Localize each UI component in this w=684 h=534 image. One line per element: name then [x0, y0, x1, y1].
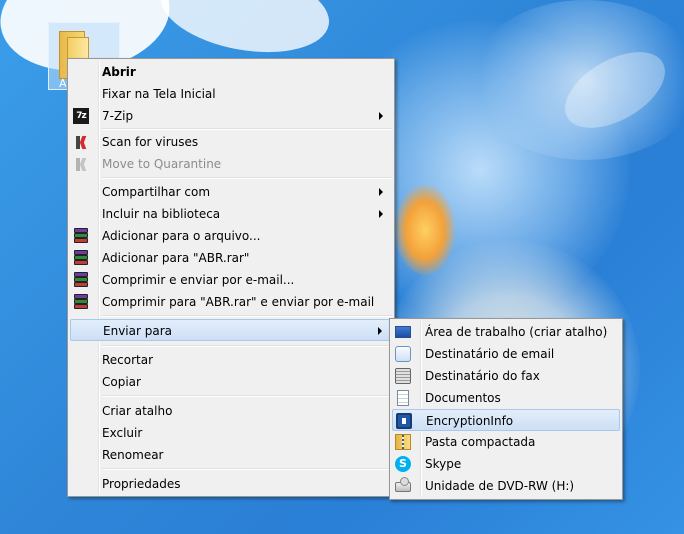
- winrar-icon: [73, 272, 89, 288]
- winrar-icon: [73, 294, 89, 310]
- menu-item-copy[interactable]: Copiar: [70, 371, 392, 393]
- submenu-arrow-icon: [379, 188, 383, 196]
- wallpaper-flower-center: [395, 185, 455, 275]
- send-to-dvd-drive[interactable]: Unidade de DVD-RW (H:): [392, 475, 620, 497]
- menu-separator: [102, 315, 392, 317]
- encryption-icon: [396, 413, 412, 429]
- menu-item-compress-abr-rar-and-email[interactable]: Comprimir para "ABR.rar" e enviar por e-…: [70, 291, 392, 313]
- menu-item-delete[interactable]: Excluir: [70, 422, 392, 444]
- menu-item-open[interactable]: Abrir: [70, 61, 392, 83]
- menu-item-move-to-quarantine: Move to Quarantine: [70, 153, 392, 175]
- send-to-desktop[interactable]: Área de trabalho (criar atalho): [392, 321, 620, 343]
- skype-icon: S: [395, 456, 411, 472]
- menu-item-include-in-library[interactable]: Incluir na biblioteca: [70, 203, 392, 225]
- desktop-icon: [395, 326, 411, 338]
- submenu-arrow-icon: [378, 327, 382, 335]
- 7zip-icon: 7z: [73, 108, 89, 124]
- send-to-compressed-folder[interactable]: Pasta compactada: [392, 431, 620, 453]
- menu-separator: [102, 128, 392, 130]
- kaspersky-icon: [73, 156, 89, 172]
- submenu-arrow-icon: [379, 112, 383, 120]
- kaspersky-icon: [73, 134, 89, 150]
- dvd-drive-icon: [395, 477, 411, 492]
- desktop-folder-label: A: [59, 77, 67, 90]
- menu-separator: [102, 395, 392, 397]
- menu-item-scan-for-viruses[interactable]: Scan for viruses: [70, 131, 392, 153]
- fax-icon: [395, 368, 411, 384]
- send-to-skype[interactable]: S Skype: [392, 453, 620, 475]
- winrar-icon: [73, 228, 89, 244]
- menu-separator: [102, 345, 392, 347]
- menu-item-add-to-abr-rar[interactable]: Adicionar para "ABR.rar": [70, 247, 392, 269]
- mail-icon: [395, 346, 411, 362]
- send-to-fax-recipient[interactable]: Destinatário do fax: [392, 365, 620, 387]
- context-menu: Abrir Fixar na Tela Inicial 7z 7-Zip Sca…: [67, 58, 395, 497]
- menu-item-cut[interactable]: Recortar: [70, 349, 392, 371]
- winrar-icon: [73, 250, 89, 266]
- menu-separator: [102, 468, 392, 470]
- menu-separator: [102, 177, 392, 179]
- menu-item-create-shortcut[interactable]: Criar atalho: [70, 400, 392, 422]
- wallpaper-petal: [154, 0, 336, 65]
- menu-item-pin-to-start[interactable]: Fixar na Tela Inicial: [70, 83, 392, 105]
- send-to-mail-recipient[interactable]: Destinatário de email: [392, 343, 620, 365]
- submenu-arrow-icon: [379, 210, 383, 218]
- menu-item-7zip[interactable]: 7z 7-Zip: [70, 105, 392, 127]
- menu-item-add-to-archive[interactable]: Adicionar para o arquivo...: [70, 225, 392, 247]
- menu-item-compress-and-email[interactable]: Comprimir e enviar por e-mail...: [70, 269, 392, 291]
- document-icon: [397, 390, 409, 406]
- menu-item-rename[interactable]: Renomear: [70, 444, 392, 466]
- menu-item-send-to[interactable]: Enviar para: [70, 319, 392, 341]
- zip-folder-icon: [395, 434, 411, 450]
- menu-item-properties[interactable]: Propriedades: [70, 473, 392, 495]
- send-to-encryptioninfo[interactable]: EncryptionInfo: [392, 409, 620, 431]
- send-to-submenu: Área de trabalho (criar atalho) Destinat…: [389, 318, 623, 500]
- menu-item-share-with[interactable]: Compartilhar com: [70, 181, 392, 203]
- send-to-documents[interactable]: Documentos: [392, 387, 620, 409]
